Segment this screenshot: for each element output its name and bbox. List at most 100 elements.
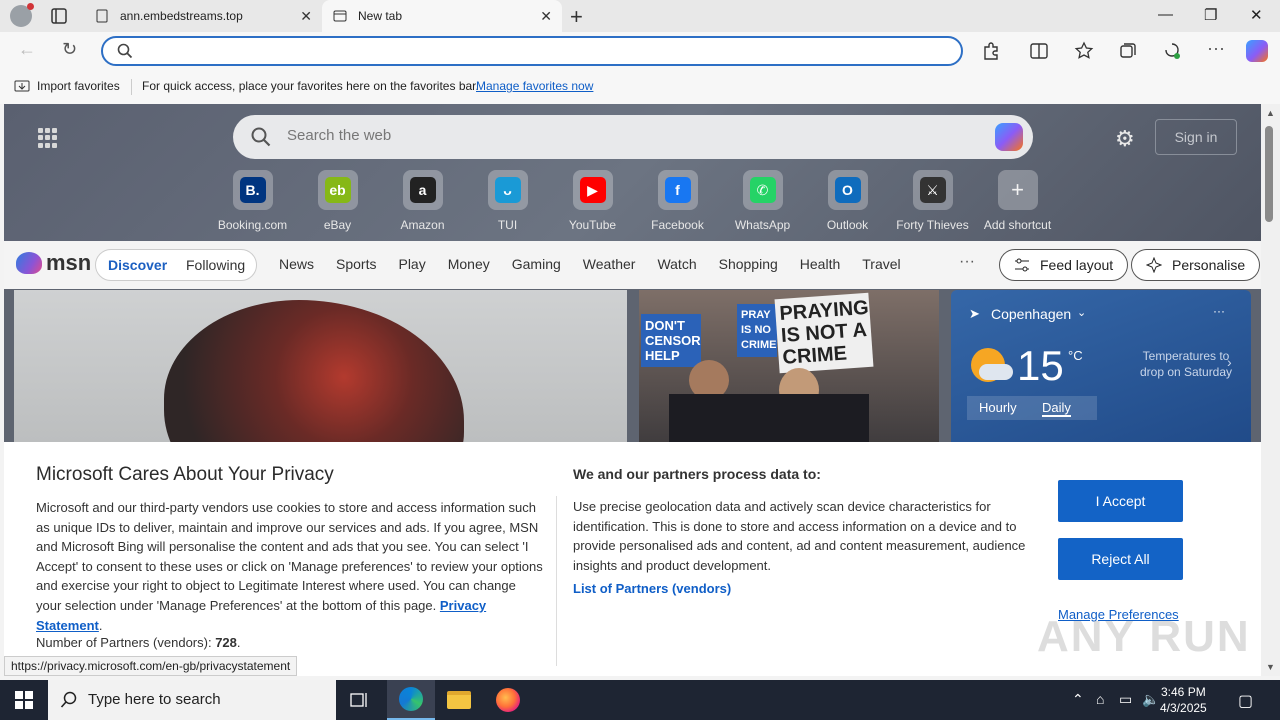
accept-button[interactable]: I Accept — [1058, 480, 1183, 522]
shortcut-forty-thieves[interactable]: ⚔ Forty Thieves — [890, 170, 975, 232]
weather-card[interactable]: ➤ Copenhagen ⌄ ··· 15 °C Temperatures to… — [951, 290, 1251, 450]
close-tab-icon[interactable]: ✕ — [300, 8, 312, 25]
favorites-star-icon[interactable] — [1074, 41, 1094, 61]
shortcut-booking-com[interactable]: B. Booking.com — [210, 170, 295, 232]
shortcut-tile: a — [402, 170, 443, 210]
msn-nav-bar: msn Discover Following News Sports Play Mon… — [4, 241, 1261, 289]
settings-more-icon[interactable]: ··· — [1207, 38, 1225, 59]
app-launcher-icon[interactable] — [38, 128, 58, 148]
tab-following[interactable]: Following — [186, 257, 245, 273]
copilot-search-icon[interactable] — [995, 123, 1023, 151]
chevron-right-icon[interactable]: › — [1227, 354, 1232, 370]
restore-icon[interactable]: ❐ — [1204, 6, 1217, 24]
shortcut-label: Amazon — [400, 218, 445, 232]
scroll-up-icon[interactable]: ▲ — [1266, 108, 1275, 118]
taskbar-edge[interactable] — [387, 680, 435, 720]
sign-in-button[interactable]: Sign in — [1155, 119, 1237, 155]
scroll-down-icon[interactable]: ▼ — [1266, 662, 1275, 672]
shortcut-whatsapp[interactable]: ✆ WhatsApp — [720, 170, 805, 232]
taskbar-search-placeholder: Type here to search — [88, 691, 221, 708]
shortcut-outlook[interactable]: O Outlook — [805, 170, 890, 232]
shortcut-ebay[interactable]: eb eBay — [295, 170, 380, 232]
feed-layout-button[interactable]: Feed layout — [999, 249, 1129, 281]
device-icon[interactable]: ⌂ — [1096, 691, 1104, 707]
address-bar[interactable] — [101, 36, 963, 66]
start-button[interactable] — [0, 680, 48, 720]
partners-count: Number of Partners (vendors): 728. — [36, 635, 241, 650]
shortcut-amazon[interactable]: a Amazon — [380, 170, 465, 232]
category-gaming[interactable]: Gaming — [512, 256, 561, 272]
tab-embedstreams[interactable]: ann.embedstreams.top ✕ — [84, 0, 322, 32]
chevron-down-icon[interactable]: ⌄ — [1077, 306, 1086, 319]
list-of-partners-link[interactable]: List of Partners (vendors) — [573, 581, 731, 596]
tab-hourly[interactable]: Hourly — [979, 400, 1017, 415]
web-search-box[interactable] — [233, 115, 1033, 159]
shortcut-youtube[interactable]: ▶ YouTube — [550, 170, 635, 232]
split-screen-icon[interactable] — [1029, 41, 1049, 61]
network-icon[interactable]: ▭ — [1119, 691, 1132, 708]
copilot-icon[interactable] — [1246, 40, 1268, 62]
import-favorites-button[interactable]: Import favorites — [14, 79, 120, 93]
personalise-button[interactable]: Personalise — [1131, 249, 1261, 281]
tab-actions-icon[interactable] — [50, 7, 68, 25]
shortcut-add-shortcut[interactable]: + Add shortcut — [975, 170, 1060, 232]
shortcut-logo-icon: ⚔ — [919, 177, 946, 203]
taskbar-search-box[interactable]: Type here to search — [48, 680, 336, 720]
address-input[interactable] — [143, 41, 943, 61]
tab-discover[interactable]: Discover — [108, 257, 167, 273]
partners-number: 728 — [215, 635, 237, 650]
taskbar-firefox[interactable] — [484, 680, 532, 720]
collections-icon[interactable] — [1118, 41, 1138, 61]
search-icon — [60, 691, 77, 708]
shortcut-facebook[interactable]: f Facebook — [635, 170, 720, 232]
tab-new-tab[interactable]: New tab ✕ — [322, 0, 562, 32]
shortcuts-row: B. Booking.com eb eBay a Amazon ᴗ TUI ▶ YouTube f F… — [210, 170, 1060, 232]
reject-all-button[interactable]: Reject All — [1058, 538, 1183, 580]
window-close-icon[interactable]: ✕ — [1250, 6, 1263, 24]
category-play[interactable]: Play — [398, 256, 425, 272]
shortcut-logo-icon: ᴗ — [494, 177, 521, 203]
shortcut-tile: ᴗ — [487, 170, 528, 210]
category-health[interactable]: Health — [800, 256, 840, 272]
category-watch[interactable]: Watch — [657, 256, 696, 272]
category-sports[interactable]: Sports — [336, 256, 376, 272]
profile-avatar[interactable] — [10, 3, 34, 27]
back-arrow-icon[interactable]: ← — [18, 39, 36, 60]
purposes-title: We and our partners process data to: — [573, 466, 821, 482]
scroll-thumb[interactable] — [1265, 126, 1273, 222]
weather-more-icon[interactable]: ··· — [1213, 304, 1225, 318]
category-travel[interactable]: Travel — [862, 256, 900, 272]
news-card-rock-image[interactable] — [14, 290, 627, 450]
new-tab-plus-icon[interactable]: + — [570, 4, 583, 30]
refresh-icon[interactable]: ↻ — [62, 39, 77, 60]
category-money[interactable]: Money — [448, 256, 490, 272]
shortcut-label: WhatsApp — [734, 218, 791, 232]
partners-label: Number of Partners (vendors): — [36, 635, 212, 650]
notifications-icon[interactable]: ▢ — [1238, 691, 1253, 711]
shortcut-label: Booking.com — [217, 218, 288, 232]
volume-icon[interactable]: 🔈 — [1142, 691, 1159, 708]
task-view-button[interactable] — [336, 680, 384, 720]
show-hidden-icons-icon[interactable]: ⌃ — [1072, 691, 1084, 708]
tab-daily[interactable]: Daily — [1042, 400, 1071, 417]
web-search-input[interactable] — [287, 127, 967, 144]
vertical-scrollbar[interactable]: ▲ ▼ — [1261, 104, 1280, 676]
taskbar-file-explorer[interactable] — [435, 680, 483, 720]
minimize-icon[interactable]: — — [1158, 6, 1173, 23]
close-tab-icon[interactable]: ✕ — [540, 8, 552, 25]
browser-essentials-icon[interactable] — [1162, 41, 1182, 61]
more-categories-icon[interactable]: ··· — [959, 253, 975, 271]
msn-logo[interactable]: msn — [16, 250, 91, 276]
manage-favorites-link[interactable]: Manage favorites now — [476, 79, 593, 93]
taskbar-clock[interactable]: 3:46 PM 4/3/2025 — [1160, 684, 1207, 716]
extensions-icon[interactable] — [981, 41, 1001, 61]
feed-layout-label: Feed layout — [1040, 257, 1114, 273]
news-card-protest-image[interactable]: DON'T CENSOR HELP PRAY IS NO CRIME PRAYI… — [639, 290, 939, 450]
page-settings-gear-icon[interactable]: ⚙ — [1115, 126, 1135, 152]
category-news[interactable]: News — [279, 256, 314, 272]
shortcut-tui[interactable]: ᴗ TUI — [465, 170, 550, 232]
weather-city[interactable]: Copenhagen — [991, 306, 1071, 322]
category-shopping[interactable]: Shopping — [719, 256, 778, 272]
import-favorites-label: Import favorites — [37, 79, 120, 93]
category-weather[interactable]: Weather — [583, 256, 636, 272]
